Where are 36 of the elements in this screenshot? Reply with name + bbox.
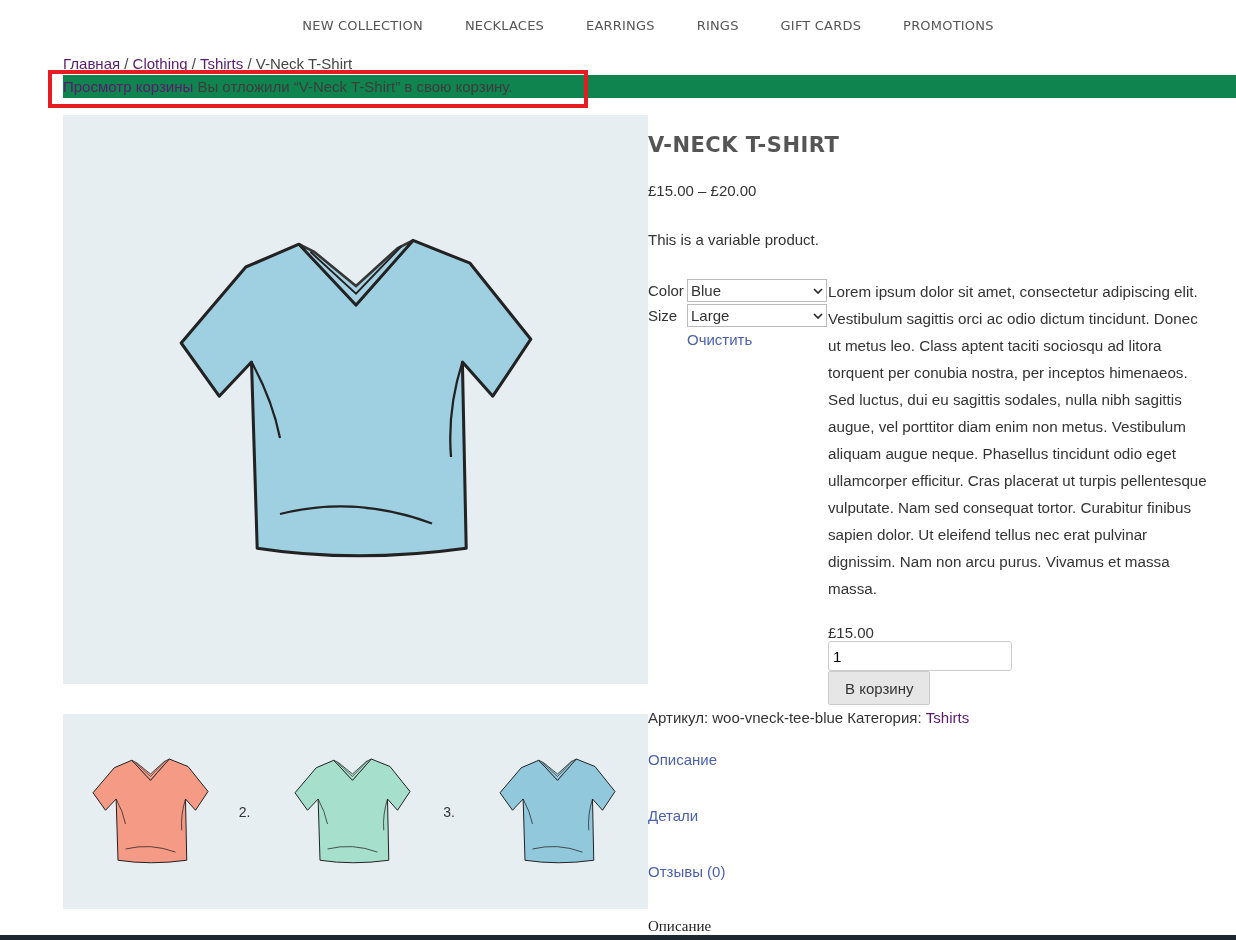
short-description: This is a variable product. — [648, 231, 820, 248]
variation-price: £15.00 — [828, 624, 875, 641]
category-link[interactable]: Tshirts — [925, 709, 970, 726]
tab-link[interactable]: Детали — [648, 807, 1236, 838]
add-to-cart-button[interactable]: В корзину — [828, 671, 931, 705]
variation-select[interactable]: Large — [687, 304, 827, 327]
tab-link[interactable]: Описание — [648, 751, 1236, 782]
breadcrumb-link[interactable]: Tshirts — [199, 55, 244, 72]
tab-link[interactable]: Отзывы (0) — [648, 863, 1236, 894]
variation-label: Color — [648, 282, 685, 299]
nav-link[interactable]: EARRINGS — [586, 18, 655, 42]
chevron-down-icon — [813, 287, 823, 294]
product-title: V-NECK T-SHIRT — [648, 133, 841, 157]
nav-link[interactable]: GIFT CARDS — [780, 18, 862, 42]
chevron-down-icon — [813, 312, 823, 319]
notice-message: Вы отложили “V-Neck T-Shirt” в свою корзину. — [196, 78, 513, 95]
thumbnail-number: 3. — [443, 803, 455, 820]
section-heading: Описание — [648, 918, 713, 935]
breadcrumb-link[interactable]: Clothing — [132, 55, 188, 72]
breadcrumb-link[interactable]: Главная — [63, 55, 121, 72]
variation-select[interactable]: Blue — [687, 279, 827, 302]
nav-link[interactable]: NEW COLLECTION — [302, 18, 423, 42]
breadcrumb-separator: / — [246, 55, 253, 72]
price-range: £15.00 – £20.00 — [648, 182, 758, 199]
breadcrumb-current: V-Neck T-Shirt — [255, 55, 353, 72]
sku-label: Артикул: woo-vneck-tee-blue Категория: — [648, 709, 922, 726]
nav-link[interactable]: PROMOTIONS — [903, 18, 994, 42]
nav-link[interactable]: RINGS — [696, 18, 739, 42]
breadcrumb-separator: / — [190, 55, 197, 72]
thumbnail-number: 2. — [238, 803, 251, 820]
quantity-field[interactable]: 1 — [828, 641, 1012, 671]
nav-link[interactable]: NECKLACES — [464, 18, 544, 42]
breadcrumb-separator: / — [123, 55, 130, 72]
product-description: Lorem ipsum dolor sit amet, consectetur adipiscing elit. Vestibulum sagittis orci ac odio dictum tincidunt. Donec ut metus leo. Class aptent taciti sociosqu ad litora torquent per conubia nostra, per inceptos himenaeos. Sed luctus, dui eu sagittis sodales, nulla nibh sagittis augue, vel porttitor diam enim non metus. Vestibulum aliquam augue neque. Phasellus tincidunt odio eget ullamcorper efficitur. Cras placerat ut turpis pellentesque vulputate. Nam sed consequat tortor. Curabitur finibus sapien dolor. Ut eleifend tellus nec erat pulvinar dignissim. Nam non arcu purus. Vivamus et massa massa. — [828, 282, 1208, 599]
variation-label: Size — [648, 307, 679, 324]
clear-link[interactable]: Очистить — [687, 331, 753, 348]
